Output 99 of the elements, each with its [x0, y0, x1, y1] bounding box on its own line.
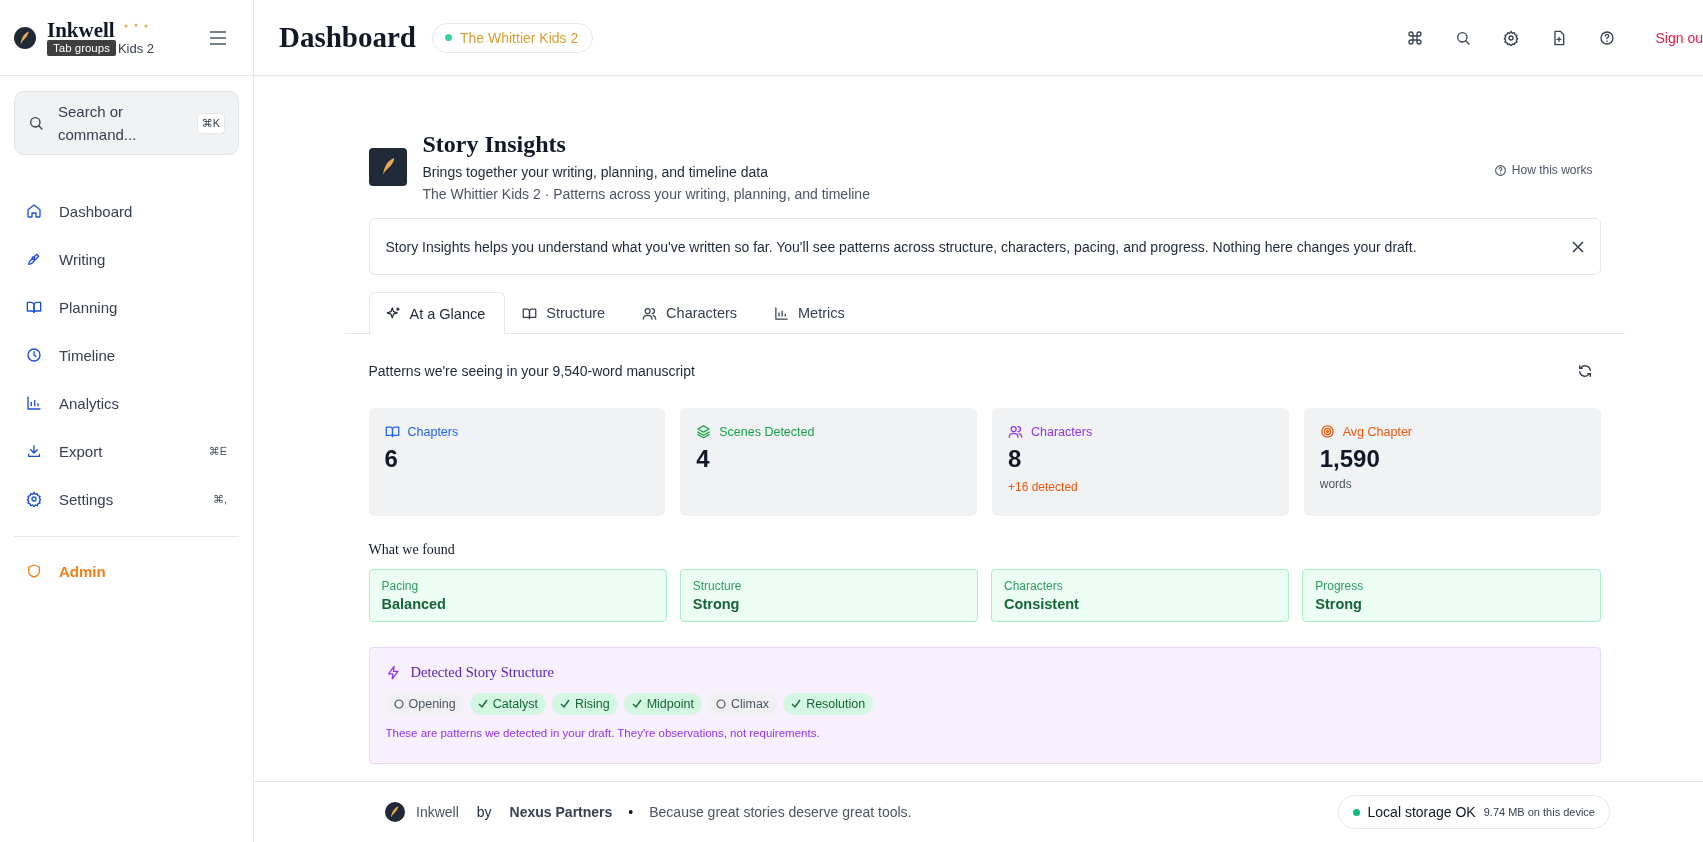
page-title: Dashboard [279, 21, 416, 54]
context-line: The Whittier Kids 2 · Patterns across your writing, planning, and timeline [422, 186, 871, 202]
check-icon [631, 699, 642, 709]
finding-value: Strong [1315, 596, 1363, 612]
summary-text: Patterns we're seeing in your 9,540-word manuscript [368, 363, 695, 379]
stat-value: 1,590 [1319, 445, 1381, 473]
footer-by: by [476, 804, 492, 820]
finding-label: Characters [1004, 579, 1064, 593]
shortcut-key: ⌘K [196, 112, 225, 134]
nav-item[interactable]: Settings ⌘, [0, 475, 253, 523]
tagline: Because great stories deserve great tools. [649, 804, 912, 820]
lightning-icon [385, 665, 401, 680]
finding-value: Balanced [381, 596, 447, 612]
quill-logo-icon [14, 26, 36, 49]
company-link[interactable]: Nexus Partners [509, 804, 613, 820]
stat-label: Avg Chapter [1342, 424, 1412, 439]
stat-value: 4 [696, 445, 711, 473]
stat-unit: words [1319, 477, 1353, 491]
footer-brand: Inkwell [416, 804, 459, 820]
banner-text: Story Insights helps you understand what you've written so far. You'll see patterns across structure, characters, pacing, and progress. Nothing here changes your draft. [385, 238, 1417, 255]
subtitle: Brings together your writing, planning, and timeline data [422, 164, 770, 180]
stat-label: Characters [1031, 424, 1093, 439]
storage-label: Local storage OK [1367, 804, 1476, 820]
storage-detail: 9.74 MB on this device [1483, 806, 1595, 818]
stat-label: Scenes Detected [719, 424, 815, 439]
panel-note: These are patterns we detected in your draft. They're observations, not requirements. [385, 727, 821, 739]
refresh-icon[interactable] [1576, 363, 1593, 379]
help-icon [1598, 29, 1615, 46]
bullet-separator: • [628, 804, 634, 820]
beat-tag: Catalyst [469, 693, 546, 715]
nav-item[interactable]: Timeline [0, 331, 253, 379]
stat-note: +16 detected [1008, 480, 1079, 494]
settings-icon [1502, 29, 1519, 46]
beat-tag: Midpoint [623, 693, 702, 715]
sign-out-link[interactable]: Sign ou [1655, 29, 1703, 46]
dots-icon [122, 22, 149, 29]
beat-tag: Rising [551, 693, 618, 715]
nav-item[interactable]: Writing [0, 235, 253, 283]
gear-icon [26, 491, 42, 507]
close-icon[interactable] [1571, 240, 1584, 253]
nav-item[interactable]: Export ⌘E [0, 427, 253, 475]
check-icon [477, 699, 488, 709]
users-icon [642, 305, 658, 321]
tooltip: Tab groups [47, 40, 116, 57]
layers-icon [696, 424, 712, 439]
book-icon [384, 424, 400, 439]
circle-icon [715, 699, 726, 709]
tab[interactable]: Metrics [757, 292, 865, 333]
clock-icon [26, 347, 42, 363]
search-field[interactable]: Search or command... ⌘K [14, 91, 239, 155]
check-icon [791, 699, 802, 709]
finding-value: Consistent [1004, 596, 1080, 612]
help-icon [1493, 163, 1507, 177]
shield-icon [26, 563, 42, 579]
tab[interactable]: Structure [505, 292, 626, 333]
circle-icon [393, 699, 404, 709]
project-name: Kids 2 [117, 40, 155, 56]
app-name: Inkwell [47, 18, 115, 43]
status-dot [445, 34, 452, 41]
chart-icon [26, 395, 42, 411]
beat-tag: Resolution [783, 693, 874, 715]
tab[interactable]: At a Glance [368, 292, 506, 334]
home-icon [26, 203, 42, 219]
target-icon [1319, 424, 1335, 439]
finding-label: Progress [1315, 579, 1365, 593]
quill-logo-icon [385, 802, 405, 822]
pen-icon [26, 251, 42, 267]
shortcut-hint: ⌘E [208, 444, 227, 458]
finding-value: Strong [692, 596, 741, 612]
stat-value: 6 [384, 445, 399, 473]
download-icon [26, 443, 42, 459]
findings-heading: What we found [368, 542, 456, 558]
feather-logo-icon [368, 148, 407, 186]
help-link[interactable]: How this works [1493, 163, 1593, 177]
chart-icon [774, 305, 790, 321]
search-icon [1454, 29, 1471, 46]
book-icon [522, 305, 538, 321]
tab[interactable]: Characters [625, 292, 758, 333]
book-icon [26, 299, 42, 315]
search-placeholder: Search or command... [58, 101, 138, 145]
section-title: Story Insights [422, 131, 567, 158]
nav-item[interactable]: Analytics [0, 379, 253, 427]
search-icon [28, 115, 44, 131]
beat-tag: Climax [707, 693, 778, 715]
nav-item[interactable]: Planning [0, 283, 253, 331]
stat-label: Chapters [407, 424, 459, 439]
shortcut-hint: ⌘, [212, 492, 227, 506]
finding-label: Pacing [381, 579, 420, 593]
stat-value: 8 [1008, 445, 1023, 473]
status-dot [1352, 808, 1360, 816]
beat-tag: Opening [385, 693, 464, 715]
finding-label: Structure [692, 579, 743, 593]
users-icon [1008, 424, 1023, 439]
sparkle-icon [385, 306, 401, 321]
nav-item[interactable]: Dashboard [0, 187, 253, 235]
check-icon [559, 699, 570, 709]
panel-title: Detected Story Structure [410, 664, 554, 681]
menu-icon[interactable] [209, 30, 227, 45]
command-icon [1406, 29, 1423, 46]
